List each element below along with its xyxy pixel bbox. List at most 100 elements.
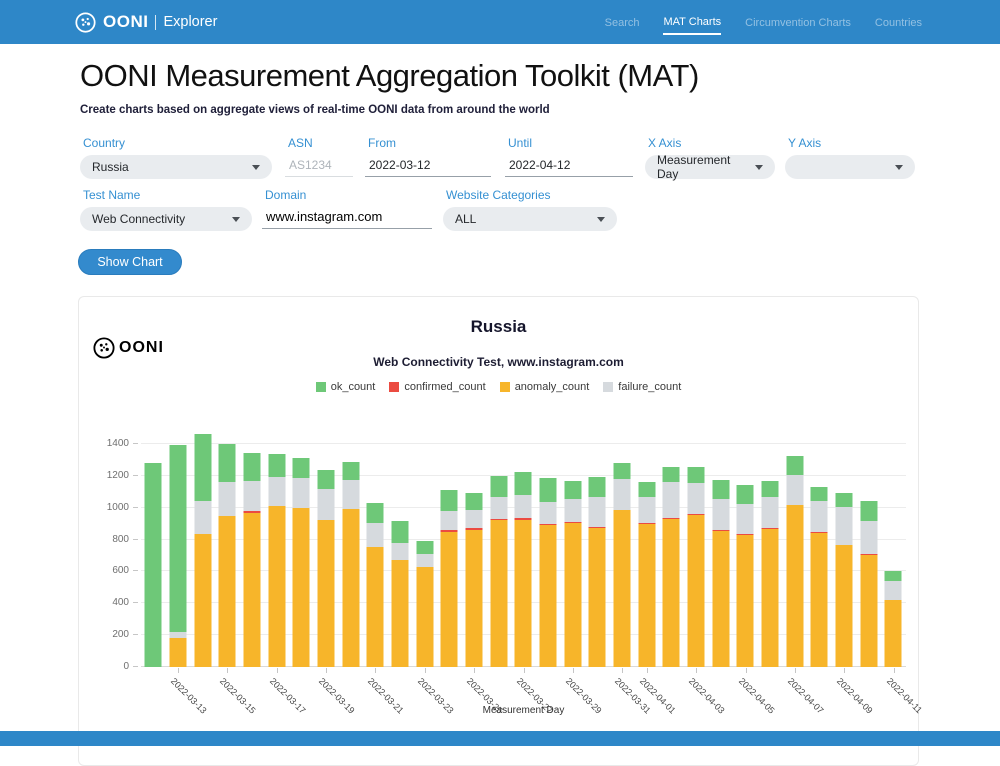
bar-2022-04-06[interactable] <box>762 481 779 667</box>
bar-segment-failure_count <box>342 480 359 509</box>
bar-slot <box>659 444 684 667</box>
legend-label: anomaly_count <box>515 381 590 393</box>
domain-input[interactable] <box>262 207 432 229</box>
x-tick-mark <box>746 668 747 673</box>
bar-segment-ok_count <box>737 485 754 503</box>
y-tick-mark <box>133 443 138 444</box>
bar-2022-04-08[interactable] <box>811 487 828 667</box>
bar-2022-04-11[interactable] <box>885 571 902 667</box>
x-tick-mark <box>375 668 376 673</box>
bar-2022-03-31[interactable] <box>614 463 631 667</box>
website-categories-select[interactable]: ALL <box>443 207 617 231</box>
bar-slot <box>807 444 832 667</box>
bar-segment-anomaly_count <box>194 534 211 667</box>
bar-slot <box>511 444 536 667</box>
legend-swatch-icon <box>389 382 399 392</box>
bar-2022-03-17[interactable] <box>268 454 285 667</box>
from-date-input[interactable] <box>365 155 491 177</box>
until-label: Until <box>505 136 633 150</box>
x-tick-mark <box>524 668 525 673</box>
bar-segment-ok_count <box>515 472 532 495</box>
bar-slot <box>215 444 240 667</box>
y-tick-mark <box>133 475 138 476</box>
bar-segment-anomaly_count <box>490 520 507 667</box>
nav-search[interactable]: Search <box>605 11 640 34</box>
bar-segment-failure_count <box>219 482 236 516</box>
x-tick-mark <box>573 668 574 673</box>
bar-2022-03-27[interactable] <box>515 472 532 667</box>
bar-2022-04-07[interactable] <box>786 456 803 667</box>
chart-title: Russia <box>79 317 918 337</box>
bar-2022-04-09[interactable] <box>836 493 853 667</box>
brand-divider <box>155 15 156 30</box>
bar-2022-03-12[interactable] <box>145 463 162 667</box>
bar-2022-03-23[interactable] <box>416 541 433 667</box>
bar-segment-ok_count <box>885 571 902 581</box>
bar-segment-failure_count <box>688 483 705 514</box>
bar-segment-anomaly_count <box>811 533 828 667</box>
bar-segment-ok_count <box>762 481 779 497</box>
nav-mat-charts[interactable]: MAT Charts <box>663 10 721 35</box>
bar-2022-03-19[interactable] <box>318 470 335 667</box>
y-axis-select[interactable] <box>785 155 915 179</box>
brand[interactable]: OONI Explorer <box>75 12 217 33</box>
page-subtitle: Create charts based on aggregate views o… <box>80 104 550 116</box>
until-date-input[interactable] <box>505 155 633 177</box>
bar-segment-anomaly_count <box>318 520 335 667</box>
x-tick-mark <box>474 668 475 673</box>
bar-segment-failure_count <box>712 499 729 530</box>
bar-2022-03-28[interactable] <box>540 478 557 667</box>
field-y-axis: Y Axis <box>785 136 915 179</box>
bar-2022-03-21[interactable] <box>367 503 384 667</box>
bar-2022-04-03[interactable] <box>688 467 705 667</box>
bar-segment-anomaly_count <box>885 600 902 667</box>
test-name-select[interactable]: Web Connectivity <box>80 207 252 231</box>
bar-2022-03-13[interactable] <box>170 445 187 667</box>
bar-2022-03-26[interactable] <box>490 476 507 667</box>
bar-2022-03-20[interactable] <box>342 462 359 667</box>
bar-2022-03-29[interactable] <box>564 481 581 667</box>
bar-segment-failure_count <box>318 489 335 519</box>
bar-segment-failure_count <box>762 497 779 528</box>
bar-segment-failure_count <box>515 495 532 518</box>
nav-countries[interactable]: Countries <box>875 11 922 34</box>
bar-2022-04-02[interactable] <box>663 467 680 667</box>
x-axis-label: X Axis <box>645 136 775 150</box>
bar-segment-ok_count <box>145 463 162 667</box>
bar-slot <box>733 444 758 667</box>
bar-2022-04-10[interactable] <box>860 501 877 667</box>
bar-2022-03-15[interactable] <box>219 444 236 667</box>
bar-segment-failure_count <box>737 504 754 534</box>
bar-2022-03-18[interactable] <box>293 458 310 667</box>
x-axis-select[interactable]: Measurement Day <box>645 155 775 179</box>
bar-2022-04-05[interactable] <box>737 485 754 667</box>
country-select[interactable]: Russia <box>80 155 272 179</box>
bar-2022-03-30[interactable] <box>589 477 606 667</box>
bar-segment-failure_count <box>836 507 853 546</box>
bar-2022-03-24[interactable] <box>441 490 458 667</box>
bar-segment-ok_count <box>416 541 433 554</box>
bar-2022-04-01[interactable] <box>638 482 655 667</box>
bar-slot <box>388 444 413 667</box>
nav-circumvention-charts[interactable]: Circumvention Charts <box>745 11 851 34</box>
bar-segment-ok_count <box>219 444 236 482</box>
bar-segment-anomaly_count <box>441 532 458 667</box>
legend-swatch-icon <box>603 382 613 392</box>
page-title: OONI Measurement Aggregation Toolkit (MA… <box>80 58 699 94</box>
bar-segment-ok_count <box>614 463 631 479</box>
bar-slot <box>166 444 191 667</box>
asn-input[interactable] <box>285 155 353 177</box>
bar-2022-03-25[interactable] <box>466 493 483 667</box>
bar-slot <box>264 444 289 667</box>
bar-2022-04-04[interactable] <box>712 480 729 667</box>
bar-2022-03-22[interactable] <box>392 521 409 667</box>
bar-2022-03-16[interactable] <box>244 453 261 667</box>
bar-segment-anomaly_count <box>589 528 606 667</box>
bar-2022-03-14[interactable] <box>194 434 211 667</box>
y-tick-mark <box>133 539 138 540</box>
bar-segment-failure_count <box>663 482 680 518</box>
y-tick-label: 800 <box>93 534 129 546</box>
bar-segment-anomaly_count <box>712 531 729 667</box>
bar-segment-ok_count <box>466 493 483 510</box>
show-chart-button[interactable]: Show Chart <box>78 249 182 275</box>
